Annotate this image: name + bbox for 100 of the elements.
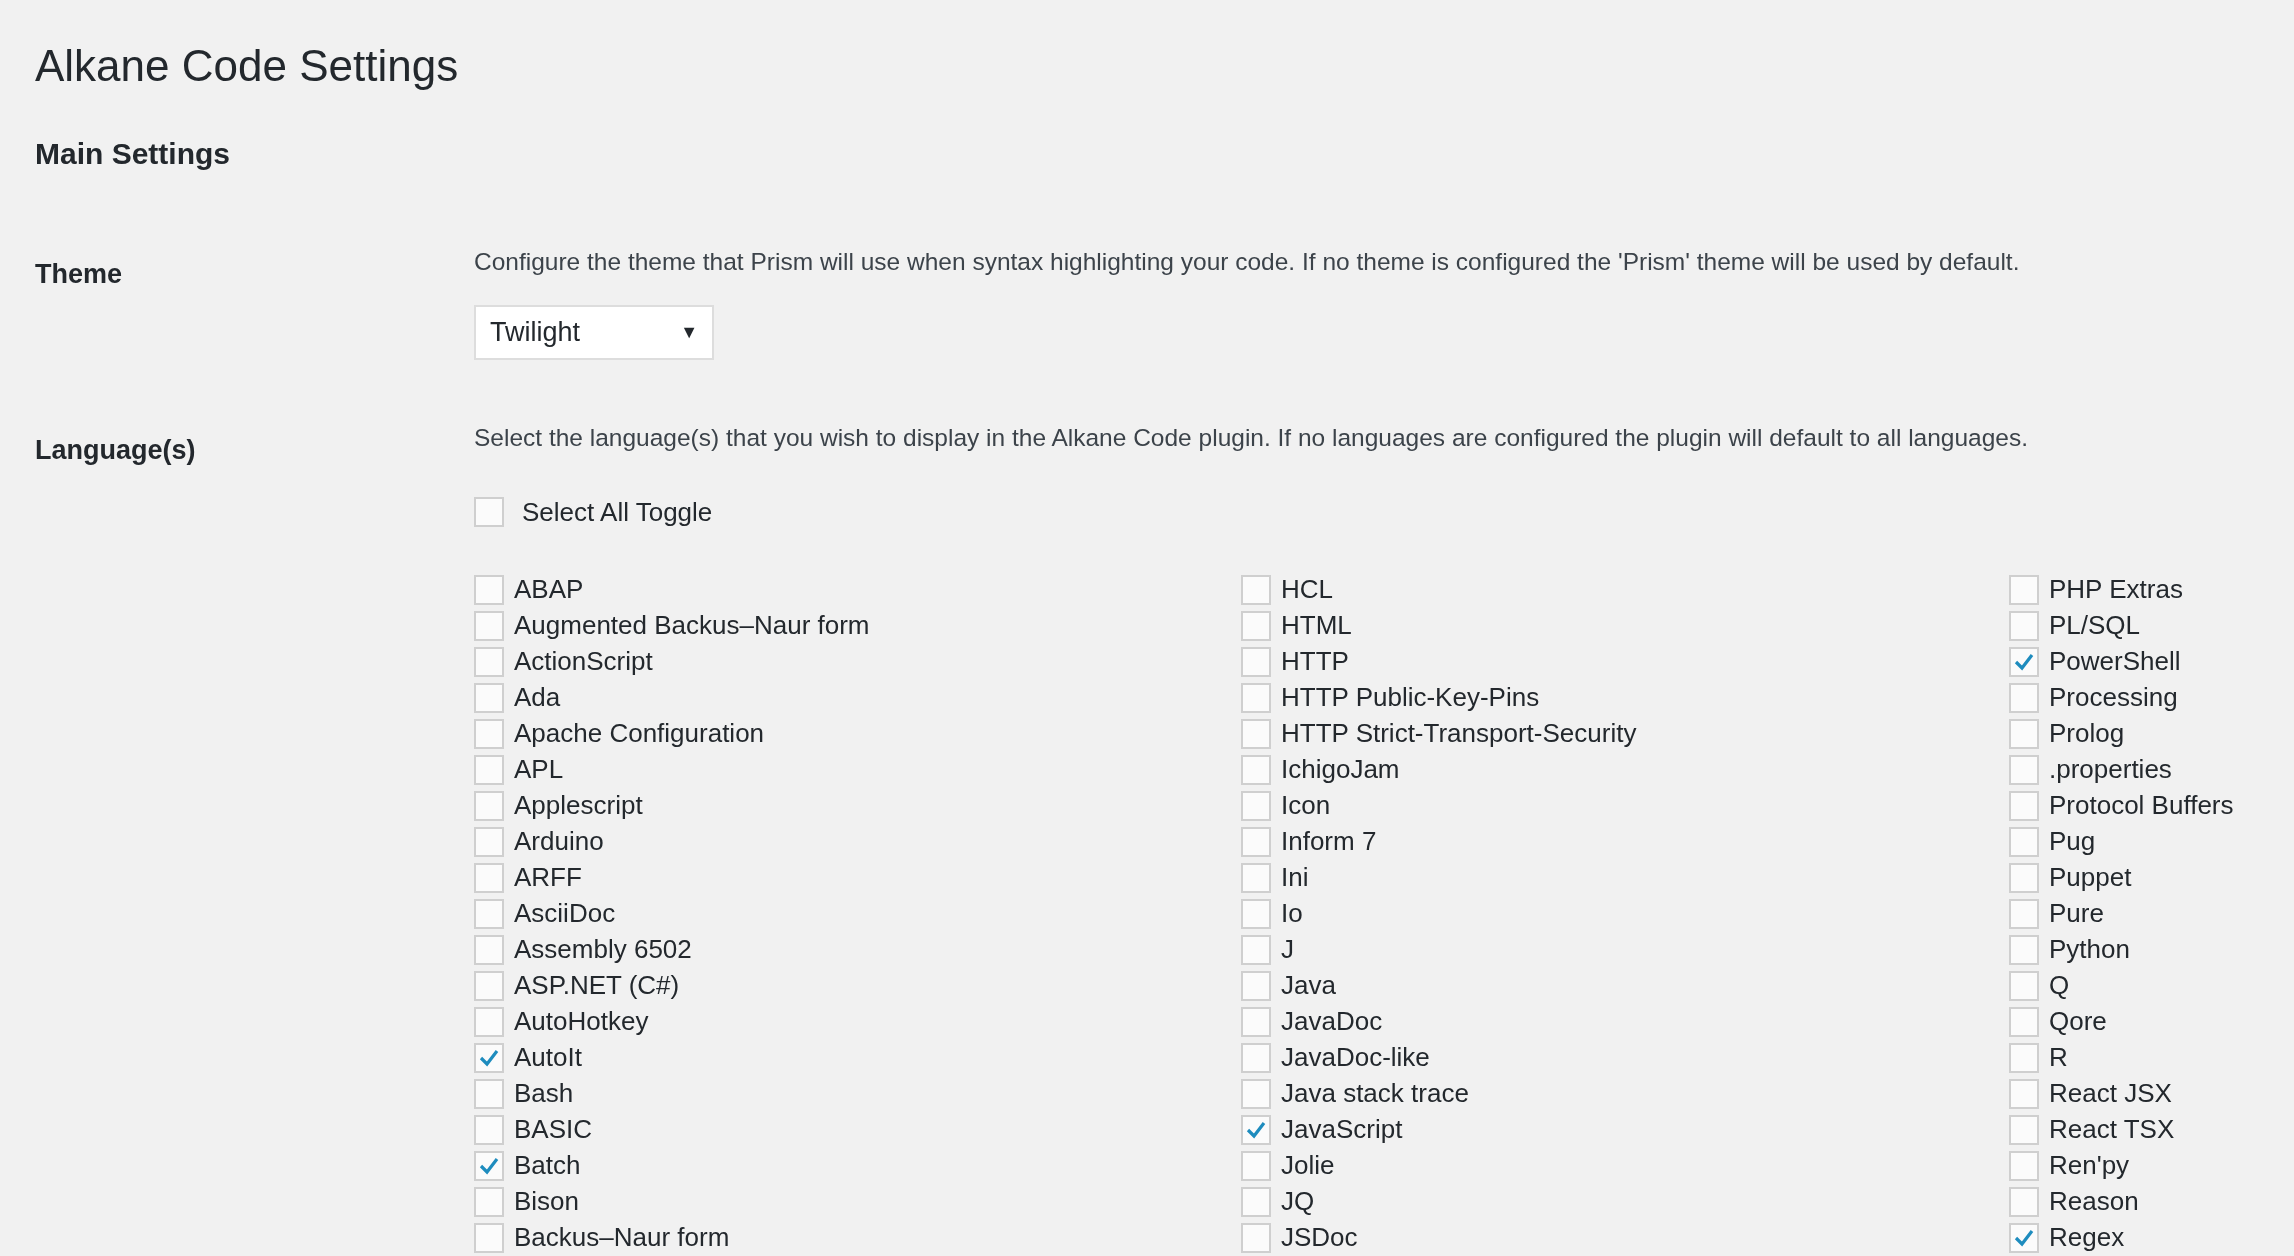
checkbox-label: ActionScript bbox=[514, 645, 653, 678]
description-text: Select the language(s) that you wish to display in the Alkane Code plugin. If no languages are configured the plugin will default to all languages. bbox=[474, 422, 2030, 453]
checkbox[interactable] bbox=[2009, 1078, 2039, 1109]
checkbox[interactable] bbox=[474, 497, 504, 527]
checkbox[interactable] bbox=[1241, 1114, 1271, 1145]
checkbox-label: HTTP Public-Key-Pins bbox=[1281, 681, 1540, 714]
checkbox[interactable] bbox=[2009, 1186, 2039, 1217]
checkbox[interactable] bbox=[1241, 718, 1271, 749]
checkbox[interactable] bbox=[474, 1186, 504, 1217]
checkbox[interactable] bbox=[2009, 610, 2039, 641]
checkbox[interactable] bbox=[474, 610, 504, 641]
field-label: Language(s) bbox=[35, 434, 196, 465]
checkbox[interactable] bbox=[1241, 682, 1271, 713]
checkbox[interactable] bbox=[474, 1042, 504, 1073]
checkbox[interactable] bbox=[2009, 574, 2039, 605]
checkbox-label: Bash bbox=[514, 1077, 574, 1110]
checkbox-label: Jolie bbox=[1281, 1149, 1335, 1182]
checkbox[interactable] bbox=[1241, 862, 1271, 893]
checkbox-label: JSDoc bbox=[1281, 1221, 1358, 1254]
checkbox[interactable] bbox=[2009, 718, 2039, 749]
checkbox[interactable] bbox=[1241, 934, 1271, 965]
checkbox[interactable] bbox=[474, 574, 504, 605]
checkbox-label: PowerShell bbox=[2049, 645, 2181, 678]
checkbox-label: Backus–Naur form bbox=[514, 1221, 730, 1254]
checkbox-label: Batch bbox=[514, 1149, 581, 1182]
checkbox[interactable] bbox=[1241, 610, 1271, 641]
checkbox-label: Java stack trace bbox=[1281, 1077, 1469, 1110]
checkbox-label: .properties bbox=[2049, 753, 2172, 786]
checkbox[interactable] bbox=[2009, 1114, 2039, 1145]
checkbox[interactable] bbox=[2009, 934, 2039, 965]
checkbox[interactable] bbox=[474, 1006, 504, 1037]
checkbox[interactable] bbox=[474, 1114, 504, 1145]
checkbox[interactable] bbox=[1241, 790, 1271, 821]
checkbox[interactable] bbox=[2009, 754, 2039, 785]
checkbox[interactable] bbox=[474, 754, 504, 785]
checkbox[interactable] bbox=[1241, 754, 1271, 785]
checkbox[interactable] bbox=[474, 1222, 504, 1253]
checkbox-label: React TSX bbox=[2049, 1113, 2175, 1146]
checkbox-label: Select All Toggle bbox=[522, 495, 713, 529]
checkbox-label: HCL bbox=[1281, 573, 1333, 606]
checkbox[interactable] bbox=[474, 1150, 504, 1181]
checkbox-label: HTTP bbox=[1281, 645, 1349, 678]
checkbox[interactable] bbox=[2009, 646, 2039, 677]
checkbox-label: IchigoJam bbox=[1281, 753, 1400, 786]
checkbox[interactable] bbox=[1241, 1078, 1271, 1109]
checkbox[interactable] bbox=[474, 646, 504, 677]
checkbox-label: Augmented Backus–Naur form bbox=[514, 609, 870, 642]
checkbox[interactable] bbox=[1241, 574, 1271, 605]
checkbox[interactable] bbox=[1241, 646, 1271, 677]
checkbox[interactable] bbox=[2009, 1222, 2039, 1253]
checkbox[interactable] bbox=[474, 790, 504, 821]
checkbox-label: Applescript bbox=[514, 789, 643, 822]
checkbox-label: BASIC bbox=[514, 1113, 593, 1146]
checkbox[interactable] bbox=[474, 718, 504, 749]
checkbox-label: ARFF bbox=[514, 861, 582, 894]
checkbox[interactable] bbox=[1241, 1222, 1271, 1253]
checkbox[interactable] bbox=[1241, 1186, 1271, 1217]
checkbox[interactable] bbox=[1241, 970, 1271, 1001]
checkbox[interactable] bbox=[2009, 898, 2039, 929]
checkbox[interactable] bbox=[474, 826, 504, 857]
checkbox[interactable] bbox=[474, 970, 504, 1001]
checkbox[interactable] bbox=[1241, 1150, 1271, 1181]
checkbox-label: Inform 7 bbox=[1281, 825, 1377, 858]
checkbox-label: Apache Configuration bbox=[514, 717, 765, 750]
checkbox-label: Pug bbox=[2049, 825, 2096, 858]
checkbox-label: Puppet bbox=[2049, 861, 2132, 894]
checkbox-label: Icon bbox=[1281, 789, 1331, 822]
checkbox[interactable] bbox=[2009, 862, 2039, 893]
theme-select[interactable]: Twilight ▼ bbox=[474, 304, 714, 360]
checkbox-label: Java bbox=[1281, 969, 1336, 1002]
checkbox[interactable] bbox=[1241, 898, 1271, 929]
checkbox-label: AutoIt bbox=[514, 1041, 582, 1074]
checkbox-label: Arduino bbox=[514, 825, 604, 858]
checkbox[interactable] bbox=[474, 862, 504, 893]
checkbox-label: Qore bbox=[2049, 1005, 2107, 1038]
checkbox[interactable] bbox=[2009, 1150, 2039, 1181]
checkbox-label: React JSX bbox=[2049, 1077, 2172, 1110]
checkbox-label: Python bbox=[2049, 933, 2130, 966]
checkbox-label: J bbox=[1281, 933, 1294, 966]
checkbox[interactable] bbox=[1241, 1006, 1271, 1037]
checkbox[interactable] bbox=[2009, 790, 2039, 821]
checkbox[interactable] bbox=[2009, 826, 2039, 857]
checkbox[interactable] bbox=[474, 898, 504, 929]
checkbox[interactable] bbox=[2009, 1006, 2039, 1037]
checkbox[interactable] bbox=[1241, 1042, 1271, 1073]
checkbox[interactable] bbox=[474, 1078, 504, 1109]
checkbox-label: Prolog bbox=[2049, 717, 2125, 750]
checkbox[interactable] bbox=[2009, 682, 2039, 713]
checkbox[interactable] bbox=[474, 934, 504, 965]
checkbox[interactable] bbox=[2009, 1042, 2039, 1073]
checkbox-label: Io bbox=[1281, 897, 1303, 930]
checkbox-label: Protocol Buffers bbox=[2049, 789, 2234, 822]
checkbox-label: Ini bbox=[1281, 861, 1309, 894]
checkbox[interactable] bbox=[1241, 826, 1271, 857]
checkbox-label: R bbox=[2049, 1041, 2068, 1074]
checkbox[interactable] bbox=[2009, 970, 2039, 1001]
checkbox-label: Bison bbox=[514, 1185, 580, 1218]
checkbox-label: AutoHotkey bbox=[514, 1005, 649, 1038]
checkbox[interactable] bbox=[474, 682, 504, 713]
checkbox-label: ABAP bbox=[514, 573, 584, 606]
